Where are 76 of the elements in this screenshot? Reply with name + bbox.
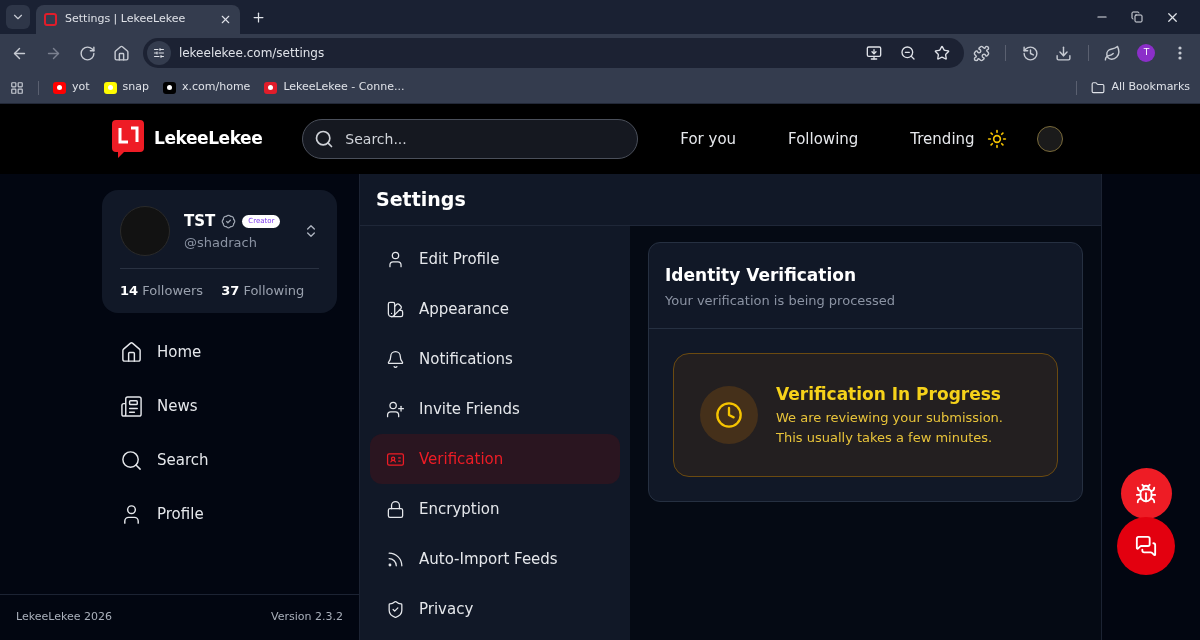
menu-icon: [1178, 46, 1183, 60]
followers-count: 14 Followers: [120, 282, 204, 300]
avatar: [120, 206, 170, 256]
tab-title: Settings | LekeeLekee: [65, 11, 187, 28]
history-icon: [1021, 44, 1039, 62]
settings-menu-item[interactable]: Auto-Import Feeds: [370, 534, 620, 584]
verified-icon: [221, 213, 237, 229]
nav-link[interactable]: For you: [680, 127, 737, 151]
bookmark-star-icon[interactable]: [933, 45, 950, 61]
sidebar-item[interactable]: Home: [157, 341, 202, 364]
extensions-icon: [972, 44, 990, 62]
logo-text: LekeeLekee: [154, 127, 263, 151]
bookmark-link[interactable]: yot: [72, 79, 90, 96]
address-bar[interactable]: lekeelekee.com/settings: [142, 38, 964, 68]
nav-link[interactable]: Following: [788, 127, 859, 151]
browser-tab[interactable]: Settings | LekeeLekee: [36, 5, 240, 34]
settings-menu-item[interactable]: Invite Friends: [370, 384, 620, 434]
bookmark-link[interactable]: All Bookmarks: [1111, 79, 1190, 96]
home-icon: [120, 341, 143, 364]
chat-icon: [1135, 535, 1157, 557]
page-title: Settings: [376, 187, 466, 213]
card-title: Identity Verification: [665, 264, 858, 287]
bookmark-link[interactable]: x.com/home: [182, 79, 251, 96]
bell-icon: [386, 349, 405, 369]
profile-icon: [386, 249, 405, 269]
avatar[interactable]: [1036, 126, 1063, 152]
search-icon: [120, 449, 143, 472]
logo-icon: [112, 120, 144, 158]
site-settings-icon[interactable]: [146, 41, 171, 65]
reload-icon: [78, 44, 96, 62]
apps-icon[interactable]: [10, 80, 24, 95]
settings-menu-item[interactable]: Edit Profile: [370, 234, 620, 284]
lock-icon: [386, 499, 405, 519]
shield-icon: [386, 599, 405, 619]
card-subtitle: Your verification is being processed: [665, 291, 897, 310]
site-icon: [44, 13, 57, 26]
bookmark-link[interactable]: LekeeLekee - Conne...: [283, 79, 405, 96]
search-icon: [314, 129, 335, 149]
version-text: Version 2.3.2: [271, 609, 343, 626]
install-icon[interactable]: [865, 45, 882, 61]
restore-icon[interactable]: [1131, 11, 1143, 23]
search-field[interactable]: Search...: [302, 119, 639, 159]
url-text: lekeelekee.com/settings: [178, 45, 326, 62]
status-title: Verification In Progress: [776, 383, 1002, 407]
leaf-icon: [1104, 44, 1122, 62]
sidebar-item[interactable]: Search: [157, 449, 209, 472]
newspaper-icon: [120, 395, 143, 418]
status-text: We are reviewing your submission.: [776, 408, 1003, 427]
theme-toggle-icon[interactable]: [986, 129, 1007, 149]
status-text: This usually takes a few minutes.: [776, 428, 994, 447]
folder-icon: [1091, 80, 1106, 95]
settings-menu-item[interactable]: Notifications: [370, 334, 620, 384]
invite-icon: [386, 399, 405, 419]
copyright-text: LekeeLekee 2026: [16, 609, 112, 626]
settings-menu-item[interactable]: Appearance: [370, 284, 620, 334]
following-count: 37 Following: [221, 282, 305, 300]
bookmark-link[interactable]: snap: [122, 79, 149, 96]
tab-list-button[interactable]: [6, 5, 30, 29]
nav-link[interactable]: Trending: [910, 127, 975, 151]
download-icon: [1055, 44, 1073, 62]
bug-icon: [1135, 482, 1157, 505]
profile-handle: @shadrach: [184, 233, 258, 252]
home-icon: [112, 44, 130, 62]
bug-report-button[interactable]: [1120, 468, 1172, 519]
profile-name: TST: [184, 211, 216, 232]
profile-avatar[interactable]: T: [1137, 44, 1156, 62]
settings-menu-item[interactable]: Verification: [370, 434, 620, 484]
settings-menu-item[interactable]: Privacy: [370, 584, 620, 634]
settings-menu-item[interactable]: Encryption: [370, 484, 620, 534]
appearance-icon: [386, 299, 405, 319]
sidebar-item[interactable]: News: [157, 395, 198, 418]
zoom-icon[interactable]: [899, 45, 916, 61]
plus-icon: [250, 9, 266, 25]
chat-button[interactable]: [1117, 517, 1175, 575]
close-icon[interactable]: [219, 13, 232, 26]
sidebar-item[interactable]: Profile: [157, 503, 204, 526]
